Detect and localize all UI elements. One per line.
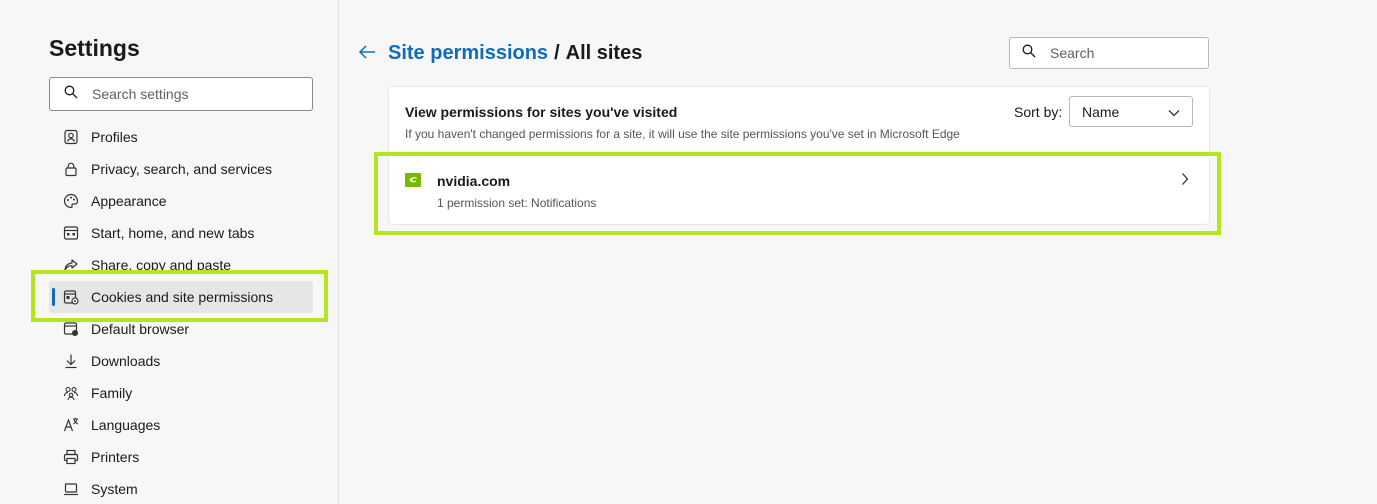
browser-icon [63, 321, 79, 337]
sidebar-nav: Profiles Privacy, search, and services A… [49, 121, 313, 504]
sidebar-item-languages[interactable]: Languages [49, 409, 313, 441]
sidebar-item-downloads[interactable]: Downloads [49, 345, 313, 377]
home-tabs-icon [63, 225, 79, 241]
printer-icon [63, 449, 79, 465]
breadcrumb-separator: / [554, 42, 560, 64]
sidebar-item-label: Profiles [91, 129, 138, 145]
search-input[interactable] [1050, 45, 1200, 61]
site-row-nvidia[interactable]: nvidia.com 1 permission set: Notificatio… [389, 154, 1209, 224]
sidebar-item-label: Languages [91, 417, 161, 433]
sidebar-item-label: Appearance [91, 193, 167, 209]
laptop-icon [63, 481, 79, 497]
download-icon [63, 353, 79, 369]
sidebar-item-system[interactable]: System [49, 473, 313, 504]
search-settings-box[interactable] [49, 77, 313, 111]
sidebar-item-appearance[interactable]: Appearance [49, 185, 313, 217]
sidebar-item-label: Downloads [91, 353, 161, 369]
sidebar-item-label: Share, copy and paste [91, 257, 232, 273]
profile-icon [63, 129, 79, 145]
sidebar-item-label: Start, home, and new tabs [91, 225, 255, 241]
nvidia-favicon-icon [405, 173, 421, 187]
sort-by-dropdown[interactable]: Name [1069, 96, 1193, 127]
cookies-icon [63, 289, 79, 305]
share-icon [63, 257, 79, 273]
sidebar-item-start-home[interactable]: Start, home, and new tabs [49, 217, 313, 249]
main-content: Site permissions / All sites View permis… [340, 0, 1377, 504]
lock-icon [63, 161, 79, 177]
sidebar-item-label: System [91, 481, 138, 497]
sidebar: Settings Profiles Privacy, search, and s… [0, 0, 339, 504]
sidebar-item-label: Cookies and site permissions [91, 289, 274, 305]
search-icon [64, 85, 78, 104]
sidebar-item-profiles[interactable]: Profiles [49, 121, 313, 153]
sidebar-item-label: Family [91, 385, 133, 401]
chevron-right-icon[interactable] [1181, 172, 1189, 191]
site-permissions-card: View permissions for sites you've visite… [389, 87, 1209, 224]
sidebar-item-privacy[interactable]: Privacy, search, and services [49, 153, 313, 185]
sidebar-item-default-browser[interactable]: Default browser [49, 313, 313, 345]
breadcrumb: Site permissions / All sites [358, 42, 642, 65]
site-name: nvidia.com [437, 173, 511, 189]
card-title: View permissions for sites you've visite… [405, 104, 678, 120]
breadcrumb-site-permissions-link[interactable]: Site permissions [388, 42, 548, 65]
search-settings-input[interactable] [92, 86, 292, 102]
sidebar-item-label: Printers [91, 449, 140, 465]
site-permissions-summary: 1 permission set: Notifications [437, 196, 597, 210]
sort-by-value: Name [1082, 103, 1120, 120]
languages-icon [63, 417, 79, 433]
page-title: All sites [565, 42, 643, 64]
sidebar-item-label: Privacy, search, and services [91, 161, 273, 177]
search-box[interactable] [1009, 37, 1209, 69]
sidebar-item-share[interactable]: Share, copy and paste [49, 249, 313, 281]
chevron-down-icon [1168, 104, 1180, 120]
palette-icon [63, 193, 79, 209]
sort-by-label: Sort by: [1014, 104, 1063, 120]
back-arrow-icon[interactable] [358, 43, 376, 65]
sidebar-item-cookies[interactable]: Cookies and site permissions [49, 281, 313, 313]
family-icon [63, 385, 79, 401]
sidebar-item-label: Default browser [91, 321, 190, 337]
sidebar-item-printers[interactable]: Printers [49, 441, 313, 473]
card-description: If you haven't changed permissions for a… [405, 127, 960, 141]
settings-title: Settings [49, 35, 140, 61]
search-icon [1022, 44, 1036, 63]
sidebar-item-family[interactable]: Family [49, 377, 313, 409]
